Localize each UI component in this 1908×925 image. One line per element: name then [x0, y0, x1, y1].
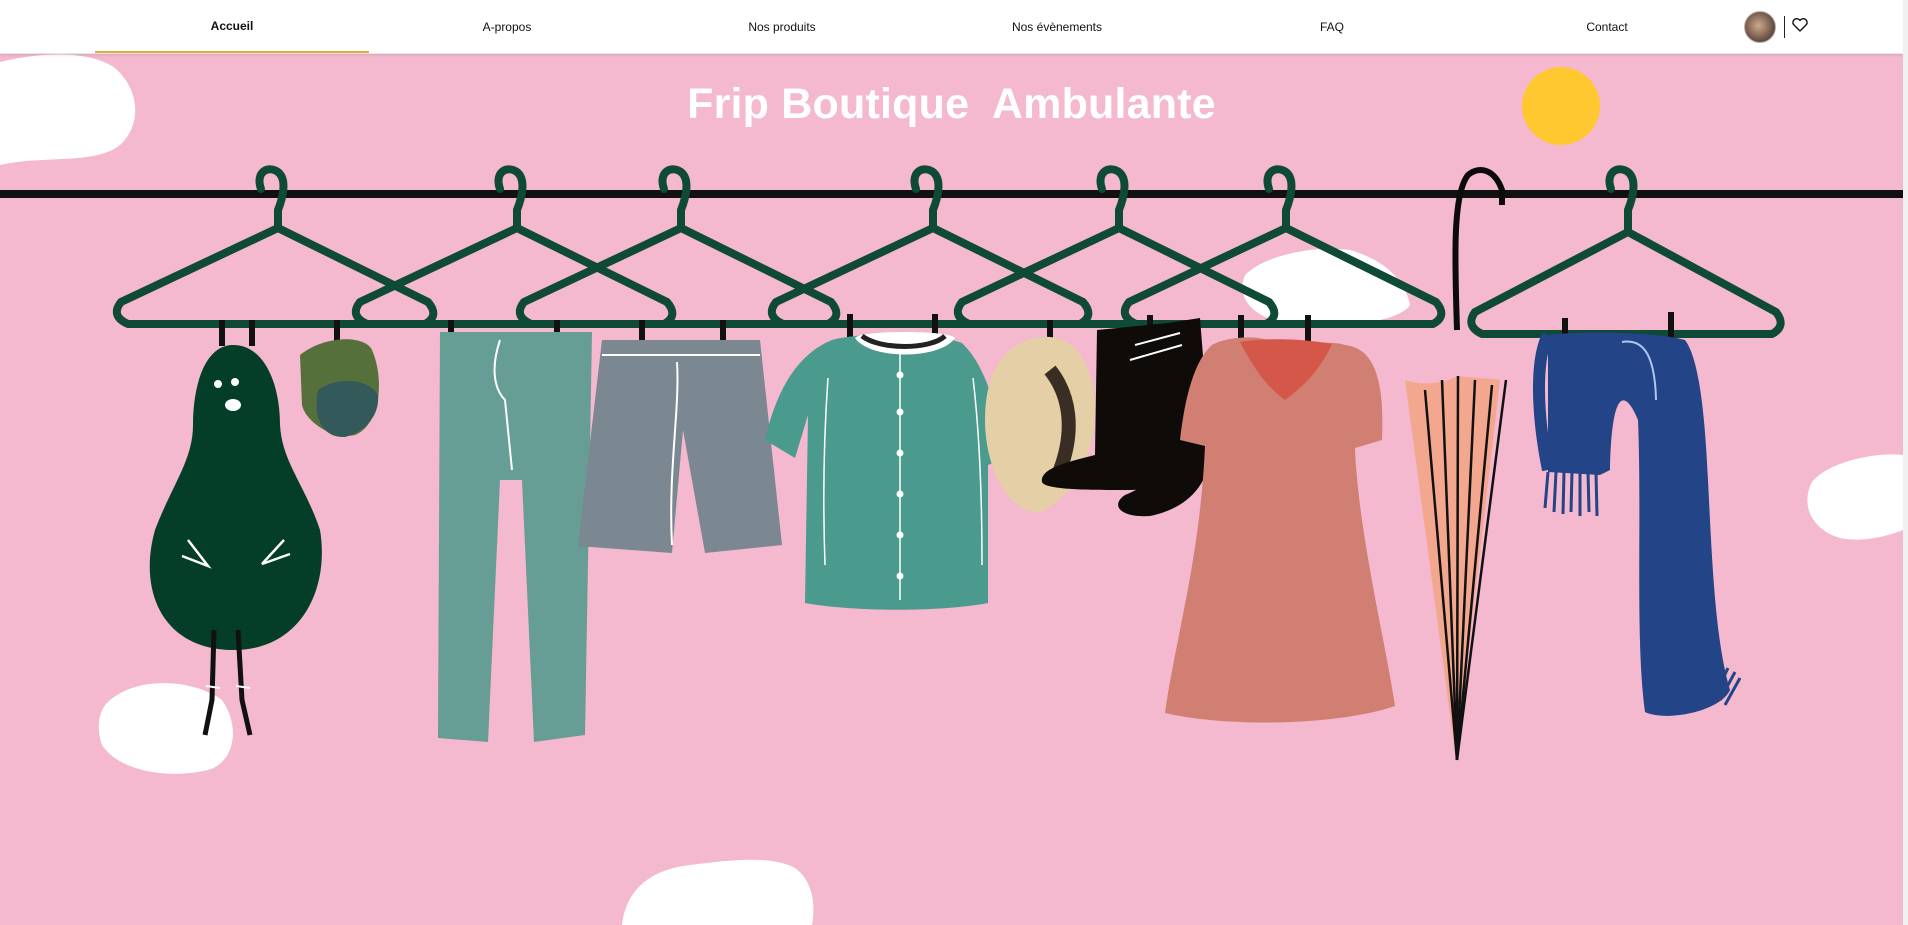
nav-item-faq[interactable]: FAQ	[1195, 0, 1469, 53]
cloud-bottom-center	[622, 859, 814, 925]
pants	[438, 332, 592, 742]
pear-creature	[149, 345, 322, 736]
nav-divider	[1784, 16, 1785, 38]
main-navbar: Accueil A-propos Nos produits Nos évènem…	[0, 0, 1903, 54]
umbrella	[1405, 167, 1508, 761]
nav-item-accueil[interactable]: Accueil	[95, 0, 369, 53]
hero-illustration	[0, 54, 1903, 925]
hero-title: Frip Boutique Ambulante	[687, 79, 1216, 128]
cloud-right-mid	[1242, 248, 1410, 327]
cloud-right-edge	[1807, 454, 1903, 540]
dress	[1165, 337, 1395, 723]
shirt	[765, 332, 1000, 610]
nav-item-nos-produits[interactable]: Nos produits	[645, 0, 919, 53]
nav-item-nos-evenements[interactable]: Nos évènements	[920, 0, 1194, 53]
shorts	[578, 340, 782, 553]
nav-item-contact[interactable]: Contact	[1470, 0, 1744, 53]
scarf	[1533, 332, 1742, 716]
page-scrollbar[interactable]	[1903, 0, 1908, 925]
user-avatar[interactable]	[1744, 11, 1776, 43]
heart-icon[interactable]	[1791, 15, 1809, 35]
nav-item-a-propos[interactable]: A-propos	[370, 0, 644, 53]
cap	[300, 339, 379, 438]
